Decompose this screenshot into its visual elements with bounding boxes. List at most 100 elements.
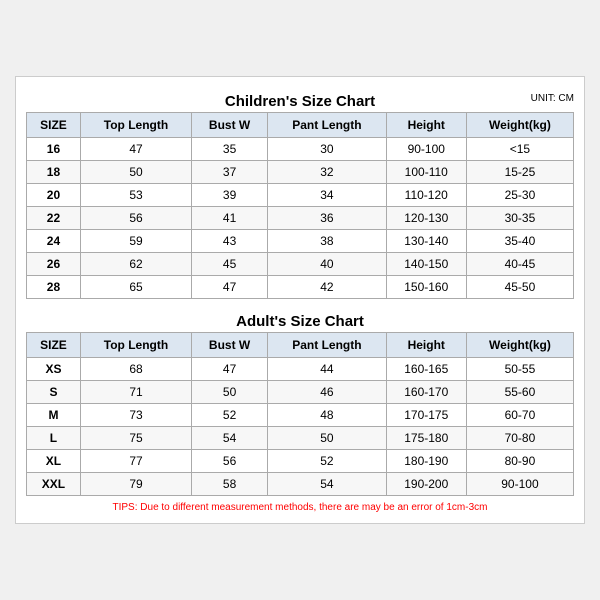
table-cell: 70-80 [466,427,573,450]
table-cell: 140-150 [386,253,466,276]
table-cell: 47 [80,138,191,161]
table-cell: 50 [80,161,191,184]
table-cell: 90-100 [466,473,573,496]
adult-header-row: SIZE Top Length Bust W Pant Length Heigh… [27,333,574,358]
table-cell: 50-55 [466,358,573,381]
col-height: Height [386,113,466,138]
table-row: L755450175-18070-80 [27,427,574,450]
table-row: 1647353090-100<15 [27,138,574,161]
children-title-text: Children's Size Chart [225,93,375,110]
table-cell: 48 [268,404,386,427]
table-cell: XS [27,358,81,381]
table-cell: 40 [268,253,386,276]
unit-label: UNIT: CM [531,93,574,104]
table-row: XS684744160-16550-55 [27,358,574,381]
col-size: SIZE [27,113,81,138]
table-cell: 100-110 [386,161,466,184]
adult-table: SIZE Top Length Bust W Pant Length Heigh… [26,332,574,496]
table-cell: 160-165 [386,358,466,381]
table-cell: 46 [268,381,386,404]
table-cell: 40-45 [466,253,573,276]
table-cell: 42 [268,276,386,299]
table-cell: 35 [192,138,268,161]
table-cell: 20 [27,184,81,207]
table-cell: 44 [268,358,386,381]
col-weight: Weight(kg) [466,333,573,358]
table-cell: 180-190 [386,450,466,473]
col-weight: Weight(kg) [466,113,573,138]
table-row: 22564136120-13030-35 [27,207,574,230]
table-cell: 28 [27,276,81,299]
table-cell: 26 [27,253,81,276]
table-row: XL775652180-19080-90 [27,450,574,473]
table-cell: 35-40 [466,230,573,253]
table-cell: 56 [192,450,268,473]
table-cell: 90-100 [386,138,466,161]
table-cell: 77 [80,450,191,473]
table-cell: 45 [192,253,268,276]
table-cell: 71 [80,381,191,404]
col-top-length: Top Length [80,333,191,358]
col-top-length: Top Length [80,113,191,138]
table-row: 18503732100-11015-25 [27,161,574,184]
table-row: 28654742150-16045-50 [27,276,574,299]
table-cell: 79 [80,473,191,496]
table-cell: 43 [192,230,268,253]
table-cell: 55-60 [466,381,573,404]
adult-title: Adult's Size Chart [26,307,574,332]
table-cell: 58 [192,473,268,496]
table-cell: 130-140 [386,230,466,253]
table-cell: 150-160 [386,276,466,299]
table-row: XXL795854190-20090-100 [27,473,574,496]
table-cell: 45-50 [466,276,573,299]
col-height: Height [386,333,466,358]
table-row: 20533934110-12025-30 [27,184,574,207]
table-cell: 54 [192,427,268,450]
adult-title-text: Adult's Size Chart [236,313,364,330]
table-cell: 110-120 [386,184,466,207]
table-cell: 25-30 [466,184,573,207]
table-cell: 65 [80,276,191,299]
table-cell: XL [27,450,81,473]
table-cell: 53 [80,184,191,207]
table-cell: 60-70 [466,404,573,427]
table-cell: 47 [192,358,268,381]
table-cell: 41 [192,207,268,230]
table-cell: 50 [192,381,268,404]
table-cell: 56 [80,207,191,230]
col-size: SIZE [27,333,81,358]
table-cell: 47 [192,276,268,299]
table-cell: 62 [80,253,191,276]
table-cell: <15 [466,138,573,161]
table-cell: 52 [192,404,268,427]
table-cell: 120-130 [386,207,466,230]
children-header-row: SIZE Top Length Bust W Pant Length Heigh… [27,113,574,138]
table-cell: 34 [268,184,386,207]
tips-text: TIPS: Due to different measurement metho… [26,502,574,513]
table-cell: 37 [192,161,268,184]
table-cell: 54 [268,473,386,496]
col-pant-length: Pant Length [268,333,386,358]
chart-container: Children's Size Chart UNIT: CM SIZE Top … [15,76,585,524]
table-cell: S [27,381,81,404]
children-title: Children's Size Chart UNIT: CM [26,87,574,112]
table-cell: 30-35 [466,207,573,230]
table-cell: 39 [192,184,268,207]
table-cell: 59 [80,230,191,253]
table-cell: 38 [268,230,386,253]
table-cell: 175-180 [386,427,466,450]
table-cell: L [27,427,81,450]
table-row: 26624540140-15040-45 [27,253,574,276]
col-bust-w: Bust W [192,113,268,138]
table-cell: 22 [27,207,81,230]
table-row: M735248170-17560-70 [27,404,574,427]
children-table: SIZE Top Length Bust W Pant Length Heigh… [26,112,574,299]
table-cell: 52 [268,450,386,473]
table-cell: 15-25 [466,161,573,184]
table-cell: 32 [268,161,386,184]
table-cell: 80-90 [466,450,573,473]
table-cell: 18 [27,161,81,184]
table-row: 24594338130-14035-40 [27,230,574,253]
table-cell: 160-170 [386,381,466,404]
table-cell: 30 [268,138,386,161]
